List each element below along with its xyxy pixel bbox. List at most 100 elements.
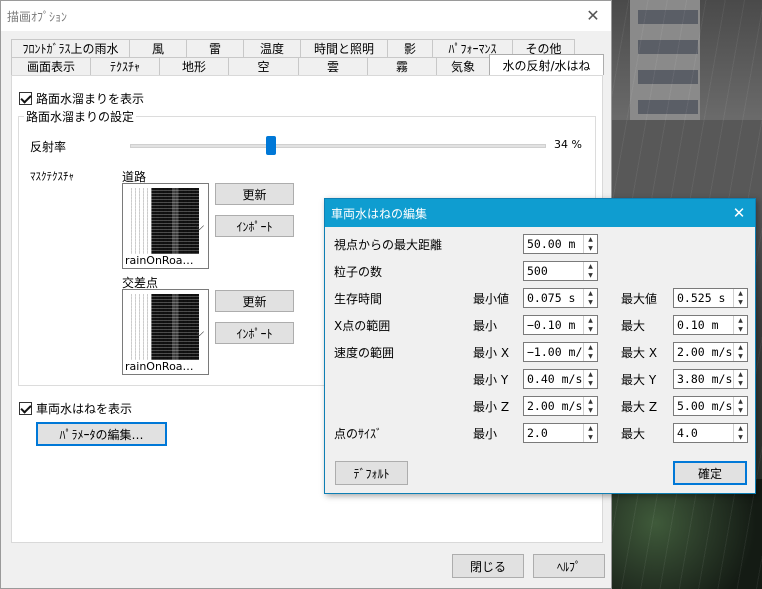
lifetime-min-input[interactable]: 0.075 s ▲ ▼ [523,288,598,308]
reflect-slider-track[interactable] [130,144,546,148]
tab-fog[interactable]: 霧 [367,57,437,75]
spin-arrows-icon[interactable]: ▲ ▼ [733,316,747,334]
puddle-checkbox[interactable]: 路面水溜まりを表示 [19,90,144,107]
size-max-value[interactable]: 4.0 [674,424,733,442]
spin-arrows-icon[interactable]: ▲ ▼ [583,424,597,442]
spin-arrows-icon[interactable]: ▲ ▼ [733,397,747,415]
size-max-label: 最大 [621,427,646,441]
x-range-min-input[interactable]: −0.10 m ▲ ▼ [523,315,598,335]
tab-texture[interactable]: ﾃｸｽﾁｬ [90,57,160,75]
spin-arrows-icon[interactable]: ▲ ▼ [583,289,597,307]
velocity-label: 速度の範囲 [334,346,395,360]
help-button[interactable]: ﾍﾙﾌﾟ [533,554,605,578]
tab-sky[interactable]: 空 [228,57,299,75]
x-range-label: X点の範囲 [334,319,391,333]
vel-y-min-input[interactable]: 0.40 m/s ▲ ▼ [523,369,598,389]
lifetime-max-input[interactable]: 0.525 s ▲ ▼ [673,288,748,308]
cross-import-button[interactable]: ｲﾝﾎﾟｰﾄ [215,322,294,344]
tab-cloud[interactable]: 雲 [298,57,368,75]
tab-temperature[interactable]: 温度 [243,39,301,57]
spin-arrows-icon[interactable]: ▲ ▼ [733,343,747,361]
max-dist-label: 視点からの最大距離 [334,238,443,252]
cross-update-button[interactable]: 更新 [215,290,294,312]
vel-x-min-input[interactable]: −1.00 m/s ▲▼ [523,342,598,362]
lifetime-max-value[interactable]: 0.525 s [674,289,733,307]
spin-arrows-icon[interactable]: ▲ ▼ [583,370,597,388]
vel-y-min-value[interactable]: 0.40 m/s [524,370,583,388]
max-dist-input[interactable]: 50.00 m ▲ ▼ [523,234,598,254]
tab-windshield-rain[interactable]: ﾌﾛﾝﾄｶﾞﾗｽ上の雨水 [11,39,130,57]
x-range-min-value[interactable]: −0.10 m [524,316,583,334]
checkbox-icon[interactable] [19,92,32,105]
vel-x-min-value[interactable]: −1.00 m/s [524,343,583,361]
reflect-slider-thumb[interactable] [266,136,277,155]
vel-z-min-input[interactable]: 2.00 m/s ▲ ▼ [523,396,598,416]
spin-arrows-icon[interactable]: ▲ ▼ [583,343,597,361]
vel-x-max-value[interactable]: 2.00 m/s [674,343,733,361]
tab-time-lighting[interactable]: 時間と照明 [300,39,388,57]
lifetime-min-label: 最小値 [473,292,510,306]
lifetime-label: 生存時間 [334,292,383,306]
lifetime-max-label: 最大値 [621,292,658,306]
dialog-title-bar: 車両水はねの編集 [325,199,755,227]
lifetime-min-value[interactable]: 0.075 s [524,289,583,307]
vel-y-min-label: 最小 Y [473,373,509,387]
particles-input[interactable]: 500 ▲ ▼ [523,261,598,281]
tab-thunder[interactable]: 雷 [186,39,244,57]
size-min-input[interactable]: 2.0 ▲ ▼ [523,423,598,443]
x-range-min-label: 最小 [473,319,498,333]
spin-arrows-icon[interactable]: ▲ ▼ [733,424,747,442]
x-range-max-value[interactable]: 0.10 m [674,316,733,334]
particles-label: 粒子の数 [334,265,383,279]
checkbox-icon[interactable] [19,402,32,415]
default-button[interactable]: ﾃﾞﾌｫﾙﾄ [335,461,408,485]
splash-edit-dialog: 車両水はねの編集 ✕ 視点からの最大距離 50.00 m ▲ ▼ 粒子の数 500… [324,198,756,494]
vel-y-max-input[interactable]: 3.80 m/s ▲ ▼ [673,369,748,389]
x-range-max-label: 最大 [621,319,646,333]
confirm-button[interactable]: 確定 [673,461,747,485]
max-dist-value[interactable]: 50.00 m [524,235,583,253]
spin-arrows-icon[interactable]: ▲ ▼ [583,397,597,415]
chevron-down-icon[interactable]: ⌵ [195,219,204,234]
tab-terrain[interactable]: 地形 [159,57,229,75]
point-size-label: 点のｻｲｽﾞ [334,427,383,441]
road-update-button[interactable]: 更新 [215,183,294,205]
close-icon[interactable]: ✕ [729,203,749,223]
edit-params-button[interactable]: ﾊﾟﾗﾒｰﾀの編集… [36,422,167,446]
spin-arrows-icon[interactable]: ▲ ▼ [733,370,747,388]
close-icon[interactable]: ✕ [579,3,607,29]
mask-texture-label: ﾏｽｸﾃｸｽﾁｬ [30,170,74,183]
vel-y-max-value[interactable]: 3.80 m/s [674,370,733,388]
size-min-label: 最小 [473,427,498,441]
close-button[interactable]: 閉じる [452,554,524,578]
vel-z-max-input[interactable]: 5.00 m/s ▲ ▼ [673,396,748,416]
spin-arrows-icon[interactable]: ▲ ▼ [733,289,747,307]
title-bar: 描画ｵﾌﾟｼｮﾝ ✕ [1,1,611,31]
vel-x-min-label: 最小 X [473,346,510,360]
vel-y-max-label: 最大 Y [621,373,657,387]
spin-arrows-icon[interactable]: ▲ ▼ [583,235,597,253]
size-min-value[interactable]: 2.0 [524,424,583,442]
splash-checkbox[interactable]: 車両水はねを表示 [19,400,132,417]
particles-value[interactable]: 500 [524,262,583,280]
x-range-max-input[interactable]: 0.10 m ▲ ▼ [673,315,748,335]
vel-z-min-value[interactable]: 2.00 m/s [524,397,583,415]
vel-x-max-input[interactable]: 2.00 m/s ▲ ▼ [673,342,748,362]
spin-arrows-icon[interactable]: ▲ ▼ [583,316,597,334]
puddle-group-title: 路面水溜まりの設定 [24,108,137,125]
vel-z-max-value[interactable]: 5.00 m/s [674,397,733,415]
splash-checkbox-label: 車両水はねを表示 [36,402,133,416]
tab-water-reflection[interactable]: 水の反射/水はね [489,54,604,75]
tab-weather[interactable]: 気象 [436,57,490,75]
size-max-input[interactable]: 4.0 ▲ ▼ [673,423,748,443]
tab-display[interactable]: 画面表示 [11,57,91,75]
cross-texture-image [131,294,199,360]
tab-shadow[interactable]: 影 [387,39,433,57]
reflect-label: 反射率 [30,140,67,154]
road-texture-name: rainOnRoa… [125,254,194,267]
chevron-down-icon[interactable]: ⌵ [195,325,204,340]
tab-wind[interactable]: 風 [129,39,187,57]
vel-z-max-label: 最大 Z [621,400,658,414]
road-import-button[interactable]: ｲﾝﾎﾟｰﾄ [215,215,294,237]
spin-arrows-icon[interactable]: ▲ ▼ [583,262,597,280]
